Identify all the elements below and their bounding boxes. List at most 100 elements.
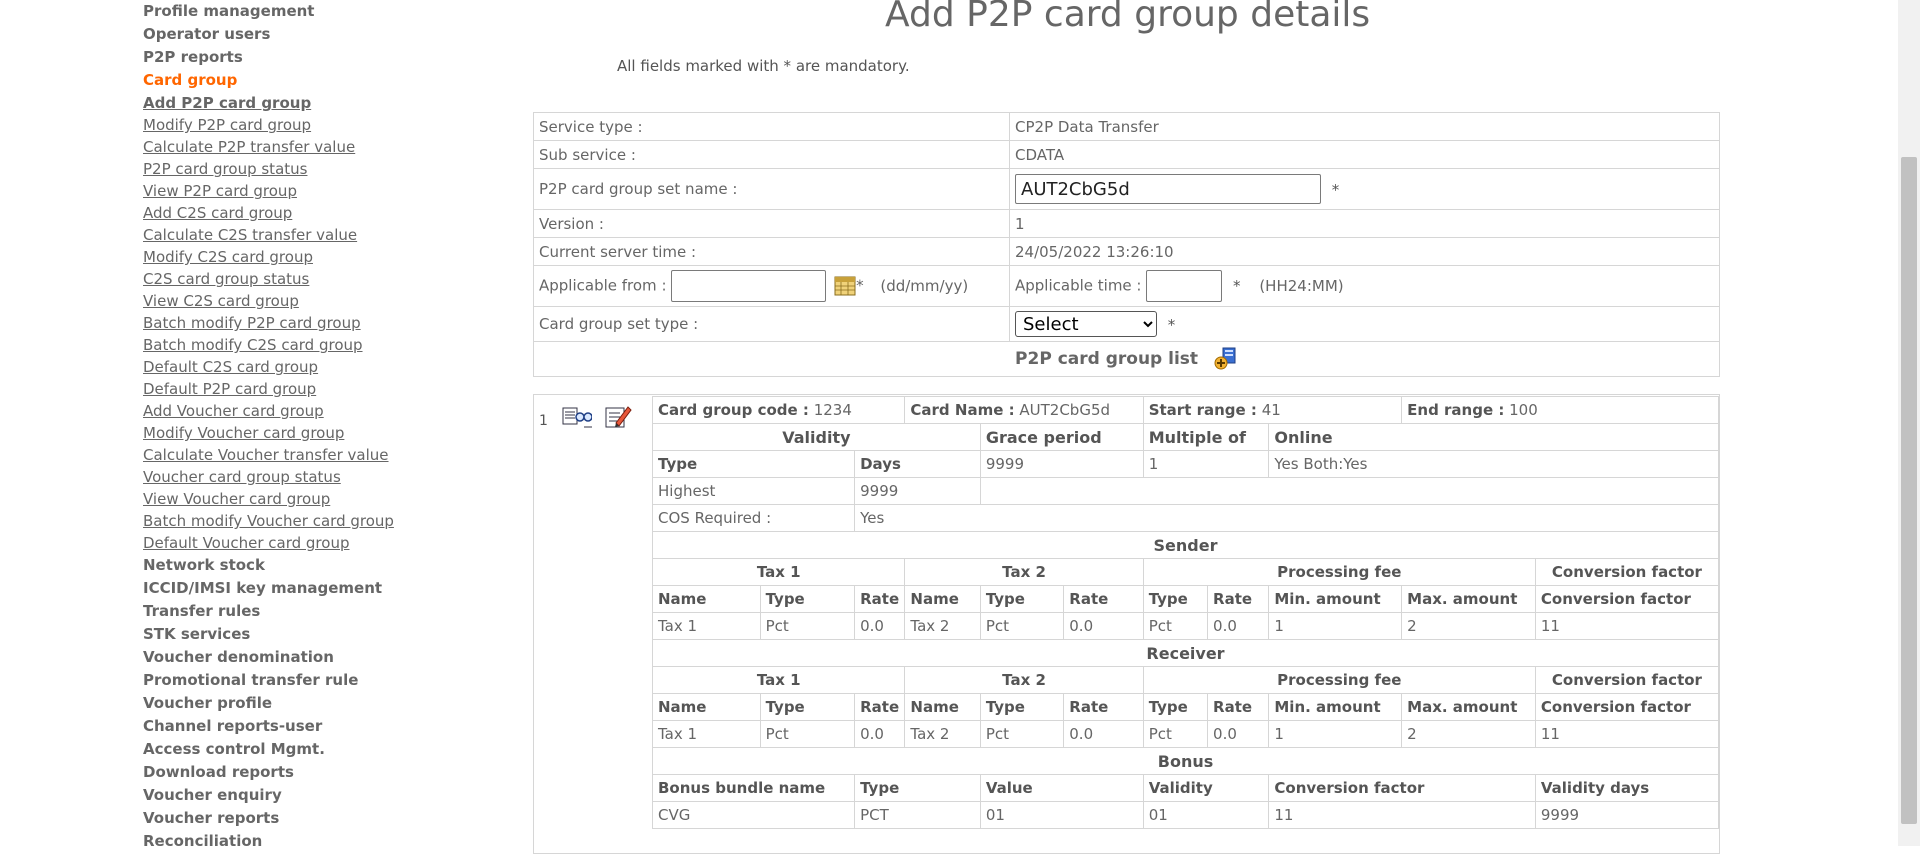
table-cell: Pct (1142, 720, 1209, 748)
bonus-column-header-row: Bonus bundle name Type Value Validity Co… (651, 774, 1720, 802)
submenu-view-c2s-card-group[interactable]: View C2S card group (143, 292, 299, 310)
col-min-amount: Min. amount (1268, 693, 1403, 721)
submenu-batch-modify-voucher-card-group[interactable]: Batch modify Voucher card group (143, 512, 394, 530)
set-type-select[interactable]: Select (1015, 311, 1157, 337)
table-cell: Pct (1142, 612, 1209, 640)
submenu-default-c2s-card-group[interactable]: Default C2S card group (143, 358, 318, 376)
menu-profile-management[interactable]: Profile management (143, 0, 443, 23)
calendar-icon[interactable] (834, 275, 856, 297)
view-details-icon[interactable] (562, 405, 592, 429)
submenu-calculate-voucher-transfer-value[interactable]: Calculate Voucher transfer value (143, 446, 389, 464)
validity-value-row: Highest 9999 (651, 477, 1720, 505)
submenu-add-p2p-card-group[interactable]: Add P2P card group (143, 94, 311, 112)
col-max-amount: Max. amount (1401, 585, 1536, 613)
sender-processing-header: Processing fee (1142, 558, 1536, 586)
sender-group-header-row: Tax 1 Tax 2 Processing fee Conversion fa… (651, 558, 1720, 586)
bonus-value-row: CVG PCT 01 01 11 9999 (651, 801, 1720, 829)
set-name-cell: * (1009, 168, 1720, 210)
start-range-value: 41 (1261, 401, 1281, 419)
end-range-label: End range : (1407, 401, 1505, 419)
menu-reconciliation[interactable]: Reconciliation (143, 830, 443, 853)
col-type: Type (759, 585, 856, 613)
submenu-p2p-card-group-status[interactable]: P2P card group status (143, 160, 307, 178)
card-group-code: Card group code : 1234 (651, 396, 906, 424)
receiver-tax1-header: Tax 1 (651, 666, 906, 694)
end-range: End range : 100 (1401, 396, 1719, 424)
menu-voucher-profile[interactable]: Voucher profile (143, 692, 443, 715)
online-header: Online (1268, 423, 1719, 451)
table-cell: 0.0 (854, 720, 906, 748)
empty-cell (979, 477, 1720, 505)
submenu-add-voucher-card-group[interactable]: Add Voucher card group (143, 402, 324, 420)
menu-download-reports[interactable]: Download reports (143, 761, 443, 784)
submenu-default-p2p-card-group[interactable]: Default P2P card group (143, 380, 316, 398)
submenu-batch-modify-c2s-card-group[interactable]: Batch modify C2S card group (143, 336, 363, 354)
scrollbar-thumb[interactable] (1901, 157, 1917, 824)
col-name: Name (904, 585, 981, 613)
menu-stk-services[interactable]: STK services (143, 623, 443, 646)
multiple-of-value: 1 (1142, 450, 1270, 478)
date-format-hint: (dd/mm/yy) (880, 276, 969, 295)
menu-promotional-transfer-rule[interactable]: Promotional transfer rule (143, 669, 443, 692)
online-value: Yes Both:Yes (1268, 450, 1719, 478)
menu-channel-reports-user[interactable]: Channel reports-user (143, 715, 443, 738)
menu-card-group[interactable]: Card group (143, 69, 443, 92)
card-name: Card Name : AUT2CbG5d (904, 396, 1144, 424)
submenu-default-voucher-card-group[interactable]: Default Voucher card group (143, 534, 349, 552)
submenu-modify-c2s-card-group[interactable]: Modify C2S card group (143, 248, 313, 266)
edit-icon[interactable] (604, 403, 632, 429)
submenu-batch-modify-p2p-card-group[interactable]: Batch modify P2P card group (143, 314, 361, 332)
submenu-calculate-c2s-transfer-value[interactable]: Calculate C2S transfer value (143, 226, 357, 244)
applicable-from-input[interactable] (671, 270, 827, 302)
card-name-label: Card Name : (910, 401, 1015, 419)
card-group-list-header: P2P card group list (533, 341, 1720, 377)
table-cell: Pct (759, 720, 856, 748)
bonus-header: Bonus (652, 747, 1719, 775)
submenu-voucher-card-group-status[interactable]: Voucher card group status (143, 468, 341, 486)
sender-header: Sender (652, 531, 1719, 559)
col-type: Type (1142, 585, 1209, 613)
multiple-of-header: Multiple of (1142, 423, 1270, 451)
version-label: Version : (533, 209, 1010, 238)
grace-period-header: Grace period (979, 423, 1144, 451)
submenu-modify-p2p-card-group[interactable]: Modify P2P card group (143, 116, 311, 134)
set-name-input[interactable] (1015, 174, 1321, 204)
receiver-header: Receiver (652, 639, 1719, 667)
receiver-conversion-header: Conversion factor (1534, 666, 1720, 694)
applicable-time-input[interactable] (1146, 270, 1223, 302)
menu-voucher-enquiry[interactable]: Voucher enquiry (143, 784, 443, 807)
sender-column-header-row: Name Type Rate Name Type Rate Type Rate … (652, 585, 1720, 613)
form-row-server-time: Current server time : 24/05/2022 13:26:1… (533, 237, 1720, 266)
menu-voucher-denomination[interactable]: Voucher denomination (143, 646, 443, 669)
col-rate: Rate (854, 585, 906, 613)
menu-network-stock[interactable]: Network stock (143, 554, 443, 577)
col-rate: Rate (1207, 585, 1270, 613)
service-type-label: Service type : (533, 112, 1010, 141)
submenu-view-p2p-card-group[interactable]: View P2P card group (143, 182, 297, 200)
receiver-tax2-header: Tax 2 (904, 666, 1144, 694)
receiver-column-header-row: Name Type Rate Name Type Rate Type Rate … (652, 693, 1720, 721)
vertical-scrollbar[interactable] (1898, 0, 1920, 846)
table-cell: CVG (651, 801, 856, 829)
card-group-detail-table: Card group code : 1234 Card Name : AUT2C… (651, 396, 1720, 829)
submenu-modify-voucher-card-group[interactable]: Modify Voucher card group (143, 424, 344, 442)
menu-access-control-mgmt[interactable]: Access control Mgmt. (143, 738, 443, 761)
submenu-add-c2s-card-group[interactable]: Add C2S card group (143, 204, 292, 222)
page-title: Add P2P card group details (885, 0, 1371, 35)
table-cell: 01 (979, 801, 1144, 829)
col-conversion-factor: Conversion factor (1534, 693, 1720, 721)
submenu-view-voucher-card-group[interactable]: View Voucher card group (143, 490, 330, 508)
menu-voucher-reports[interactable]: Voucher reports (143, 807, 443, 830)
grace-period-value: 9999 (979, 450, 1144, 478)
submenu-calculate-p2p-transfer-value[interactable]: Calculate P2P transfer value (143, 138, 355, 156)
menu-p2p-reports[interactable]: P2P reports (143, 46, 443, 69)
menu-transfer-rules[interactable]: Transfer rules (143, 600, 443, 623)
menu-iccid-imsi-key-management[interactable]: ICCID/IMSI key management (143, 577, 443, 600)
submenu-c2s-card-group-status[interactable]: C2S card group status (143, 270, 309, 288)
add-card-group-icon[interactable] (1214, 347, 1238, 371)
menu-operator-users[interactable]: Operator users (143, 23, 443, 46)
card-group-list-title: P2P card group list (1015, 349, 1199, 369)
validity-days-value: 9999 (854, 477, 981, 505)
card-group-code-label: Card group code : (658, 401, 809, 419)
server-time-label: Current server time : (533, 237, 1010, 266)
